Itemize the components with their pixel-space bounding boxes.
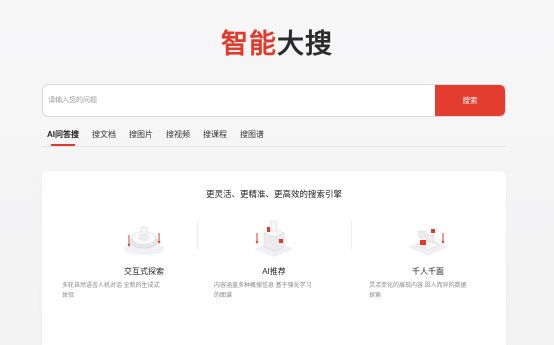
feature-description: 多轮自然语言人机对话 全新的生成式 体验 bbox=[62, 281, 222, 301]
feature-name: 交互式探索 bbox=[124, 267, 164, 276]
search-tabs: AI问答搜 搜文档 搜图片 搜视频 搜课程 搜图谱 bbox=[47, 128, 277, 146]
search-button[interactable]: 搜索 bbox=[435, 85, 505, 116]
feature-name: AI推荐 bbox=[262, 267, 286, 276]
search-input[interactable] bbox=[43, 85, 435, 116]
feature-separator bbox=[197, 221, 198, 249]
feature-description: 内容涵盖多种概搜信息 基于强化学习 的图谱 bbox=[214, 281, 354, 301]
tab-courses[interactable]: 搜课程 bbox=[203, 128, 227, 146]
feature-desc-line2: 体验 bbox=[62, 293, 75, 299]
feature-separator bbox=[351, 221, 352, 249]
feature-desc-line1: 内容涵盖多种概搜信息 基于强化学习 bbox=[214, 283, 312, 289]
feature-desc-line1: 多轮自然语言人机对话 全新的生成式 bbox=[62, 283, 160, 289]
feature-desc-line2: 的图谱 bbox=[214, 293, 233, 299]
feature-description: 灵活变化的展现内容 因人而异的数据 探索 bbox=[369, 281, 509, 301]
feature-desc-line1: 灵活变化的展现内容 因人而异的数据 bbox=[369, 283, 467, 289]
tab-videos[interactable]: 搜视频 bbox=[166, 128, 190, 146]
tab-graphs[interactable]: 搜图谱 bbox=[240, 128, 264, 146]
feature-desc-line2: 探索 bbox=[369, 293, 382, 299]
logo-part-2: 大搜 bbox=[277, 29, 333, 60]
personalize-icon bbox=[408, 229, 448, 256]
recommend-icon bbox=[254, 220, 294, 257]
tab-images[interactable]: 搜图片 bbox=[129, 128, 153, 146]
tab-ai-qa[interactable]: AI问答搜 bbox=[47, 128, 79, 146]
logo: 智能大搜 bbox=[0, 22, 554, 61]
feature-name: 千人千面 bbox=[412, 267, 444, 276]
logo-part-1: 智能 bbox=[221, 29, 277, 60]
interaction-icon bbox=[124, 226, 164, 255]
card-title: 更灵活、更精准、更高效的搜索引擎 bbox=[205, 189, 342, 199]
tab-documents[interactable]: 搜文档 bbox=[92, 128, 116, 146]
features-card: 更灵活、更精准、更高效的搜索引擎 交互式探索 多轮自然语言人机对话 全新的生成式… bbox=[42, 171, 506, 345]
search-box: 搜索 bbox=[42, 84, 506, 117]
tabs-divider bbox=[42, 146, 506, 147]
